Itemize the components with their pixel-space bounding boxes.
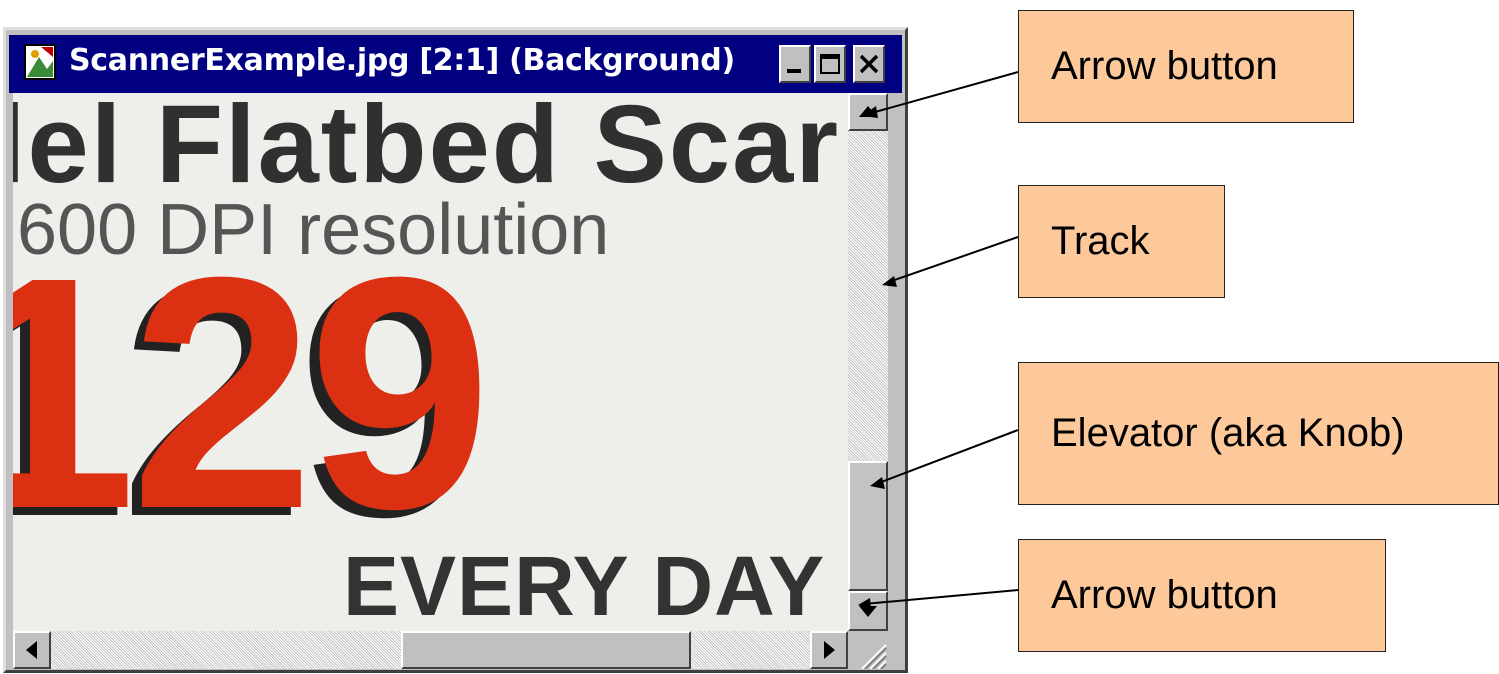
callout-label: Track [1051,219,1150,263]
callout-track: Track [1018,185,1225,298]
callout-label: Elevator (aka Knob) [1051,411,1405,455]
callout-arrow-button-top: Arrow button [1018,10,1354,123]
callout-elevator: Elevator (aka Knob) [1018,362,1499,505]
callout-arrow-button-bottom: Arrow button [1018,539,1386,652]
callout-label: Arrow button [1051,573,1278,617]
callout-label: Arrow button [1051,44,1278,88]
